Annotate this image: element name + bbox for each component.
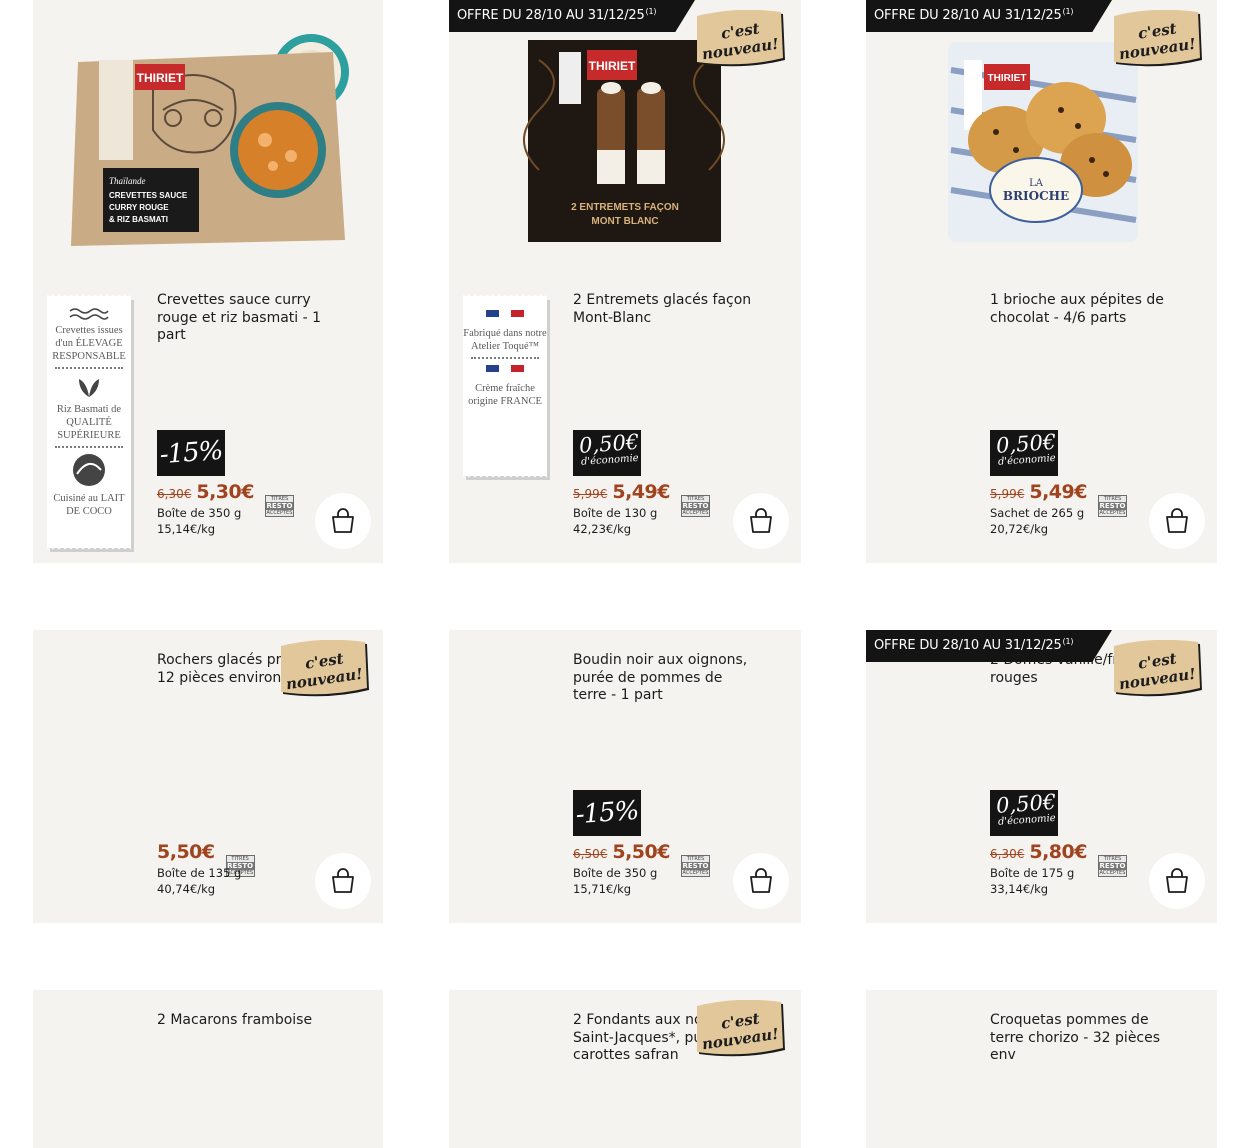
label-item: Crevettes issues d'un ÉLEVAGE RESPONSABL… (47, 296, 131, 363)
promo-badge: -15% (157, 430, 225, 476)
titres-resto-icon: TITRES RESTO ACCEPTÉS (680, 855, 710, 877)
offer-banner: OFFRE DU 28/10 AU 31/12/25(1) (866, 0, 1112, 32)
pack-info: Sachet de 265 g 20,72€/kg (990, 506, 1085, 536)
brand-logo: THIRIET (137, 71, 184, 85)
new-product-badge: c'est nouveau! (1114, 640, 1202, 697)
product-title[interactable]: Crevettes sauce curry rouge et riz basma… (157, 292, 337, 345)
product-card[interactable]: Croquetas pommes de terre chorizo - 32 p… (866, 990, 1217, 1148)
promo-badge: 0,50€ d'économie (990, 790, 1058, 836)
old-price: 5,99€ (990, 487, 1025, 501)
svg-text:BRIOCHE: BRIOCHE (1003, 189, 1069, 203)
promo-badge: 0,50€ d'économie (573, 430, 641, 476)
promo-badge: -15% (573, 790, 641, 836)
offer-banner: OFFRE DU 28/10 AU 31/12/25(1) (449, 0, 695, 32)
titres-resto-icon: TITRES RESTO ACCEPTÉS (680, 495, 710, 517)
pack-info: Boîte de 175 g 33,14€/kg (990, 866, 1075, 896)
flag-fr-icon (463, 308, 547, 321)
wave-icon (69, 308, 109, 320)
add-to-cart-button[interactable] (733, 493, 789, 549)
titres-resto-icon: TITRES RESTO ACCEPTÉS (1097, 495, 1127, 517)
pack-info: Boîte de 350 g 15,14€/kg (157, 506, 242, 536)
shopping-bag-icon (332, 868, 354, 893)
product-title[interactable]: 2 Macarons framboise (157, 1012, 357, 1030)
product-card[interactable]: OFFRE DU 28/10 AU 31/12/25(1) c'est nouv… (449, 0, 801, 563)
product-title[interactable]: 1 brioche aux pépites de chocolat - 4/6 … (990, 292, 1170, 327)
old-price: 6,30€ (157, 487, 192, 501)
offer-banner: OFFRE DU 28/10 AU 31/12/25(1) (866, 630, 1112, 662)
brand-logo: THIRIET (589, 59, 636, 73)
add-to-cart-button[interactable] (315, 493, 371, 549)
product-card[interactable]: OFFRE DU 28/10 AU 31/12/25(1) c'est nouv… (866, 0, 1217, 563)
product-title[interactable]: Croquetas pommes de terre chorizo - 32 p… (990, 1012, 1170, 1065)
old-price: 5,99€ (573, 487, 608, 501)
add-to-cart-button[interactable] (315, 853, 371, 909)
flag-fr-icon (463, 363, 547, 376)
svg-text:LA: LA (1029, 178, 1044, 189)
current-price: 5,80€ (1029, 841, 1087, 863)
product-title[interactable]: Boudin noir aux oignons, purée de pommes… (573, 652, 753, 705)
quality-labels: Crevettes issues d'un ÉLEVAGE RESPONSABL… (47, 293, 131, 551)
product-card[interactable]: Rochers glacés praliné - 12 pièces envir… (33, 630, 383, 923)
shopping-bag-icon (1166, 868, 1188, 893)
current-price: 5,30€ (196, 481, 254, 503)
quality-labels: Fabriqué dans notre Atelier Toqué™ Crème… (463, 293, 547, 479)
shopping-bag-icon (1166, 508, 1188, 533)
svg-text:2 ENTREMETS FAÇON: 2 ENTREMETS FAÇON (571, 202, 679, 213)
product-title[interactable]: 2 Entremets glacés façon Mont-Blanc (573, 292, 753, 327)
add-to-cart-button[interactable] (1149, 853, 1205, 909)
add-to-cart-button[interactable] (1149, 493, 1205, 549)
svg-text:& RIZ BASMATI: & RIZ BASMATI (109, 215, 168, 224)
product-card[interactable]: 2 Macarons framboise (33, 990, 383, 1148)
old-price: 6,50€ (573, 847, 608, 861)
current-price: 5,50€ (157, 841, 215, 863)
product-card[interactable]: THIRIET Thaïlande CREVETTES SAUCE CURRY … (33, 0, 383, 563)
old-price: 6,30€ (990, 847, 1025, 861)
new-product-badge: c'est nouveau! (281, 640, 369, 697)
add-to-cart-button[interactable] (733, 853, 789, 909)
new-product-badge: c'est nouveau! (697, 10, 785, 67)
shopping-bag-icon (332, 508, 354, 533)
promo-badge: 0,50€ d'économie (990, 430, 1058, 476)
new-product-badge: c'est nouveau! (1114, 10, 1202, 67)
pack-info: Boîte de 130 g 42,23€/kg (573, 506, 658, 536)
brand-logo: THIRIET (988, 73, 1027, 84)
current-price: 5,49€ (612, 481, 670, 503)
coconut-icon (73, 454, 105, 486)
shopping-bag-icon (750, 508, 772, 533)
product-image[interactable]: THIRIET Thaïlande CREVETTES SAUCE CURRY … (33, 0, 383, 285)
svg-text:MONT BLANC: MONT BLANC (591, 216, 658, 227)
label-item: Fabriqué dans notre Atelier Toqué™ (463, 296, 547, 353)
pack-info: Boîte de 350 g 15,71€/kg (573, 866, 658, 896)
current-price: 5,50€ (612, 841, 670, 863)
svg-text:CURRY ROUGE: CURRY ROUGE (109, 203, 169, 212)
leaf-icon (79, 377, 99, 397)
current-price: 5,49€ (1029, 481, 1087, 503)
product-card[interactable]: 2 Dômes vanille/fruits rouges OFFRE DU 2… (866, 630, 1217, 923)
titres-resto-icon: TITRES RESTO ACCEPTÉS (264, 495, 294, 517)
titres-resto-icon: TITRES RESTO ACCEPTÉS (1097, 855, 1127, 877)
svg-text:CREVETTES SAUCE: CREVETTES SAUCE (109, 191, 188, 200)
shopping-bag-icon (750, 868, 772, 893)
new-product-badge: c'est nouveau! (697, 1000, 785, 1057)
product-card[interactable]: 2 Fondants aux noix de Saint-Jacques*, p… (449, 990, 801, 1148)
pack-info: Boîte de 135 g 40,74€/kg (157, 866, 242, 896)
product-card[interactable]: Boudin noir aux oignons, purée de pommes… (449, 630, 801, 923)
label-item: Cuisiné au LAIT DE COCO (47, 452, 131, 518)
label-item: Crème fraîche origine FRANCE (463, 363, 547, 408)
label-item: Riz Basmati de QUALITÉ SUPÉRIEURE (47, 373, 131, 442)
svg-text:Thaïlande: Thaïlande (109, 176, 146, 186)
